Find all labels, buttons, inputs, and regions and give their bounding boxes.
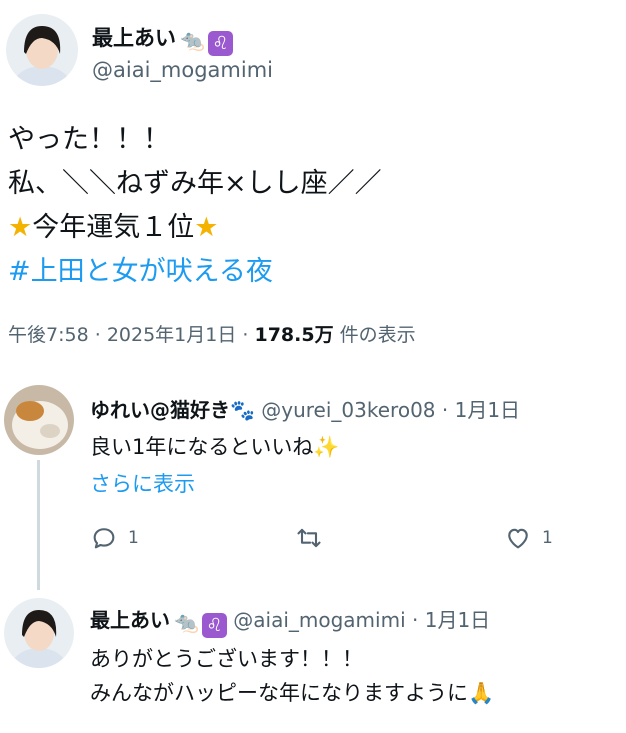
views-label: 件の表示 [339,324,416,346]
rat-icon: 🐀 [174,610,199,634]
reply-author-handle[interactable]: @aiai_mogamimi [233,608,405,632]
tweet-text: やった！！！ 私、＼＼ねずみ年×しし座／／ ★今年運気１位★ #上田と女が吠える… [8,118,382,294]
author-name-row: 最上あい 🐀 ♌ [92,22,233,56]
meta-separator: · [412,608,419,632]
author-avatar[interactable] [6,14,78,86]
avatar-image [6,14,78,86]
star-icon: ★ [194,212,219,243]
reply-avatar[interactable] [4,385,74,455]
reply-author-name[interactable]: ゆれい@猫好き [90,398,230,422]
reply-text: 良い1年になるといいね✨ [90,430,340,464]
sparkle-icon: ✨ [313,435,340,459]
reply-date[interactable]: 1月1日 [425,608,490,632]
tweet-line-1: やった！！！ [8,124,170,155]
rat-icon: 🐀 [180,28,205,52]
paw-icon: 🐾 [230,398,255,422]
meta-separator: · [242,324,249,346]
comment-icon [93,528,115,549]
tweet-line-3-text: 今年運気１位 [32,212,195,243]
views-count: 178.5万 [254,324,334,346]
retweet-button[interactable] [295,524,333,552]
tweet-time[interactable]: 午後7:58 [8,324,89,346]
avatar-image [4,598,74,668]
reply-count: 1 [128,528,139,548]
meta-separator: · [441,398,449,422]
reply-line-1: ありがとうございます！！！ [90,647,363,671]
meta-separator: · [94,324,101,346]
reply-author-handle[interactable]: @yurei_03kero08 [261,398,435,422]
tweet-meta: 午後7:58 · 2025年1月1日 · 178.5万 件の表示 [8,320,416,347]
leo-icon: ♌ [207,31,233,56]
reply-line-2-text: みんながハッピーな年になりますように [90,681,468,705]
reply-header: ゆれい@猫好き🐾 @yurei_03kero08 · 1月1日 [90,394,520,423]
cat-avatar-image [4,385,74,455]
tweet-date[interactable]: 2025年1月1日 [107,324,237,346]
leo-icon: ♌ [201,613,227,638]
reply-button[interactable]: 1 [90,524,139,552]
star-icon: ★ [8,212,33,243]
heart-icon [508,528,528,549]
tweet-line-2: 私、＼＼ねずみ年×しし座／／ [8,168,382,199]
author-handle[interactable]: @aiai_mogamimi [92,58,273,82]
reply-author-name[interactable]: 最上あい [90,608,170,632]
reply-actions: 1 1 [90,524,560,558]
reply-line-2: みんながハッピーな年になりますように🙏 [90,676,494,710]
retweet-icon [297,528,321,548]
reply-date[interactable]: 1月1日 [455,398,520,422]
show-more-link[interactable]: さらに表示 [90,468,195,498]
like-count: 1 [542,528,553,548]
reply-avatar[interactable] [4,598,74,668]
author-name[interactable]: 最上あい [92,26,176,50]
thread-line [37,460,40,590]
hashtag-link[interactable]: #上田と女が吠える夜 [8,250,382,294]
tweet-line-3: ★今年運気１位★ [8,206,382,250]
like-button[interactable]: 1 [504,524,553,552]
reply-text: ありがとうございます！！！ みんながハッピーな年になりますように🙏 [90,642,494,710]
reply-header: 最上あい 🐀 ♌ @aiai_mogamimi · 1月1日 [90,604,490,638]
reply-text-content: 良い1年になるといいね [90,435,314,459]
pray-icon: 🙏 [468,681,495,705]
